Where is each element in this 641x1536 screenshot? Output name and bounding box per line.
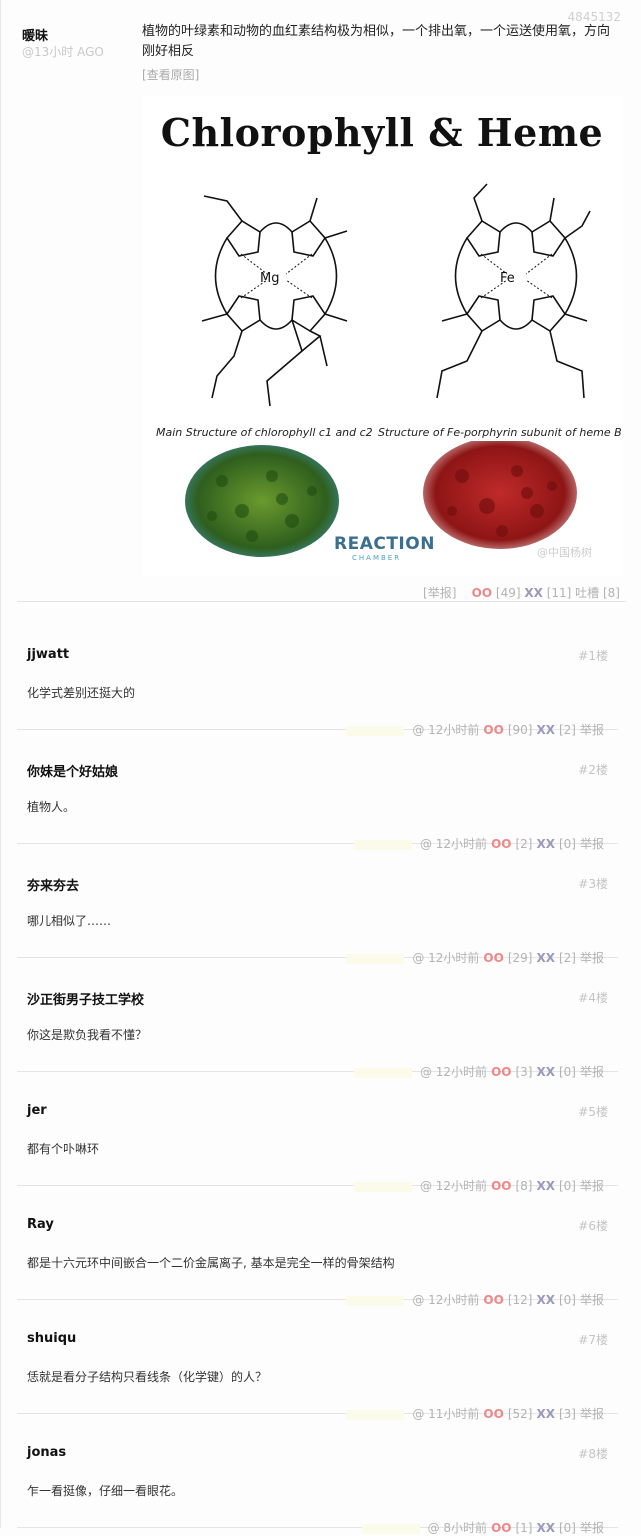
mg-label: Mg [260,271,279,286]
brand-logo-sub: CHAMBER [352,554,402,562]
comment-text: 植物人。 [27,800,76,814]
comment-item: shuiqu #7楼 恁就是看分子结构只看线条（化学键）的人？ @ 11小时前 OO [5… [17,1300,618,1421]
chloroplast-photo [185,445,339,557]
comment-item: jonas #8楼乍一看挺像，仔细一看眼花。 @ 8小时前 OO [1] XX [0] 举报 [17,1414,618,1535]
comment-xx-count: [0] [558,1521,576,1535]
comment-author[interactable]: jonas [27,1445,66,1460]
page: 4845132 暖昧 @13小时 AGO 植物的叶绿素和动物的血红素结构极为相似… [0,0,641,1535]
comment-text: 恁就是看分子结构只看线条（化学键）的人？ [27,1370,268,1384]
post-report-link[interactable]: [举报] [423,586,456,600]
comment-item: jjwatt #1楼 化学式差别还挺大的 @ 12小时前 OO [90] XX [2] 举报 [17,616,618,737]
comment-author[interactable]: Ray [27,1217,54,1232]
comment-author[interactable]: 你妹是个好姑娘 [27,761,118,780]
post-author[interactable]: 暖昧 [22,25,48,44]
fe-label: Fe [500,271,515,286]
comment-item: 夯来夯去 #3楼 哪儿相似了…… @ 12小时前 OO [29] XX [2] 举报 [17,844,618,965]
post-xx-button[interactable]: XX [524,586,543,600]
comment-author[interactable]: 夯来夯去 [27,875,79,894]
comment-author[interactable]: 沙正街男子技工学校 [27,989,144,1008]
view-original-link[interactable]: [查看原图] [142,66,199,83]
comment-oo-button[interactable]: OO [491,1521,511,1535]
comment-report-link[interactable]: 举报 [580,1521,604,1535]
comment-author[interactable]: jer [27,1103,47,1118]
faded-author-highlight [361,1523,420,1534]
comment-text: 你这是欺负我看不懂？ [27,1028,148,1042]
comment-floor-link[interactable]: #7楼 [578,1331,608,1348]
molecule-structures: Mg Fe [201,183,591,407]
comment-item: 你妹是个好姑娘 #2楼 植物人。 @ 12小时前 OO [2] XX [0] 举报 [17,730,618,851]
comment-floor-link[interactable]: #4楼 [578,989,608,1006]
post-tucao-link[interactable]: 吐槽 [8] [575,586,620,600]
comment-item: jer #5楼 都有个卟啉环 @ 12小时前 OO [8] XX [0] 举报 [17,1072,618,1193]
comment-item: 沙正街男子技工学校 #4楼 你这是欺负我看不懂？ @ 12小时前 OO [3] XX [0] 举… [17,958,618,1079]
comment-xx-button[interactable]: XX [536,1521,555,1535]
watermark: @中国杨树 [537,546,592,559]
post-image[interactable]: Chlorophyll & Heme Mg Fe Main Structure … [142,96,622,576]
comment-floor-link[interactable]: #1楼 [578,647,608,664]
caption-left: Main Structure of chlorophyll c1 and c2 [156,426,373,439]
comment-time: @ 8小时前 [427,1521,488,1535]
caption-right: Structure of Fe-porphyrin subunit of hem… [378,426,622,439]
post-actions: [举报] OO [49] XX [11] 吐槽 [8] [423,584,620,601]
post-time: @13小时 AGO [22,45,104,59]
comment-floor-link[interactable]: #2楼 [578,761,608,778]
comment-item: Ray #6楼 都是十六元环中间嵌合一个二价金属离子, 基本是完全一样的骨架结构 @ … [17,1186,618,1307]
comment-author[interactable]: jjwatt [27,647,69,662]
post-oo-count: [49] [495,586,521,600]
post-xx-count: [11] [546,586,572,600]
comment-text: 化学式差别还挺大的 [27,686,136,700]
comment-floor-link[interactable]: #5楼 [578,1103,608,1120]
post-oo-button[interactable]: OO [472,586,492,600]
comment-text: 乍一看挺像，仔细一看眼花。 [27,1484,184,1498]
comment-text: 都有个卟啉环 [27,1142,100,1156]
comment-floor-link[interactable]: #6楼 [578,1217,608,1234]
comment-floor-link[interactable]: #3楼 [578,875,608,892]
comment-oo-count: [1] [515,1521,533,1535]
post-text: 植物的叶绿素和动物的血红素结构极为相似，一个排出氧，一个运送使用氧，方向刚好相反 [142,24,611,59]
comment-text: 都是十六元环中间嵌合一个二价金属离子, 基本是完全一样的骨架结构 [27,1256,395,1270]
comment-text: 哪儿相似了…… [27,914,112,928]
brand-logo: REACTION [334,534,435,554]
figure-title: Chlorophyll & Heme [160,110,604,155]
comment-floor-link[interactable]: #8楼 [578,1445,608,1462]
divider [17,601,626,602]
comment-author[interactable]: shuiqu [27,1331,76,1346]
